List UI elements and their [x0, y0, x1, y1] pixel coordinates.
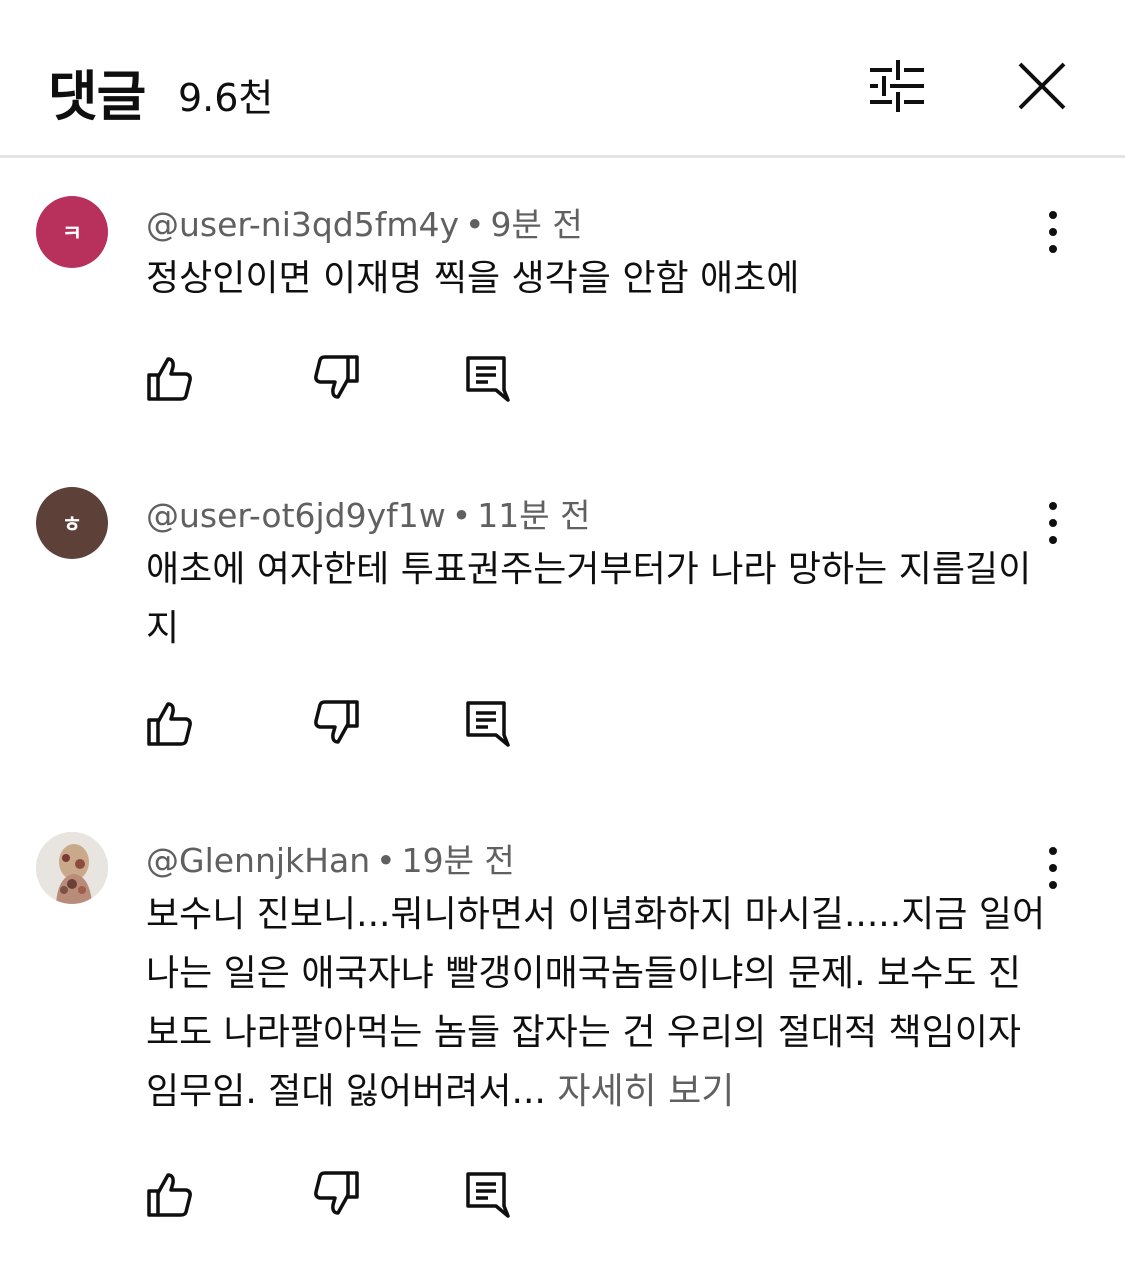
close-button[interactable] [1008, 52, 1076, 120]
comment-time: 9분 전 [490, 205, 583, 244]
meta-separator: • [376, 841, 396, 880]
dislike-button[interactable] [312, 699, 360, 747]
thumbs-down-icon [314, 700, 359, 744]
thumbs-up-icon [147, 1173, 192, 1217]
comment-author[interactable]: @user-ni3qd5fm4y [146, 205, 459, 244]
comment-meta: @user-ot6jd9yf1w • 11분 전 [146, 489, 590, 537]
page-title: 댓글 [48, 65, 146, 128]
comment-time: 19분 전 [401, 841, 515, 880]
thumbs-down-icon [314, 1171, 359, 1215]
comment-author[interactable]: @GlennjkHan [146, 841, 370, 880]
comment-reply-icon [466, 1172, 510, 1218]
avatar[interactable]: ㅋ [36, 196, 108, 268]
comment-actions [146, 1170, 526, 1222]
comment-count: 9.6천 [178, 76, 274, 120]
reply-button[interactable] [464, 699, 512, 747]
like-button[interactable] [146, 354, 194, 402]
see-more-link[interactable]: 자세히 보기 [546, 1071, 734, 1112]
comment-reply-icon [466, 701, 510, 747]
comment-meta: @user-ni3qd5fm4y • 9분 전 [146, 198, 583, 246]
sort-filter-button[interactable] [862, 52, 932, 118]
comment-reply-icon [466, 356, 510, 402]
avatar[interactable] [36, 832, 108, 904]
dislike-button[interactable] [312, 354, 360, 402]
thumbs-up-icon [147, 357, 192, 401]
reply-button[interactable] [464, 354, 512, 402]
comment-body: 정상인이면 이재명 찍을 생각을 안함 애초에 [146, 258, 800, 299]
comment-time: 11분 전 [477, 496, 591, 535]
meta-separator: • [465, 205, 485, 244]
comment-author[interactable]: @user-ot6jd9yf1w [146, 496, 446, 535]
sliders-icon [870, 60, 924, 112]
reply-button[interactable] [464, 1170, 512, 1218]
comment-actions [146, 699, 526, 751]
comments-header: 댓글 9.6천 [0, 0, 1125, 158]
comment-body: 애초에 여자한테 투표권주는거부터가 나라 망하는 지름길이지 [146, 549, 1032, 649]
close-icon [1018, 62, 1066, 110]
like-button[interactable] [146, 699, 194, 747]
thumbs-up-icon [147, 702, 192, 746]
thumbs-down-icon [314, 355, 359, 399]
avatar[interactable]: ㅎ [36, 487, 108, 559]
like-button[interactable] [146, 1170, 194, 1218]
comment-text: 정상인이면 이재명 찍을 생각을 안함 애초에 [146, 249, 1046, 308]
profile-photo [36, 832, 108, 904]
meta-separator: • [451, 496, 472, 535]
comment-text: 애초에 여자한테 투표권주는거부터가 나라 망하는 지름길이지 [146, 540, 1046, 658]
dislike-button[interactable] [312, 1170, 360, 1218]
comment-text: 보수니 진보니...뭐니하면서 이념화하지 마시길.....지금 일어나는 일은… [146, 885, 1046, 1121]
comment-actions [146, 354, 526, 406]
comment-meta: @GlennjkHan • 19분 전 [146, 834, 515, 882]
